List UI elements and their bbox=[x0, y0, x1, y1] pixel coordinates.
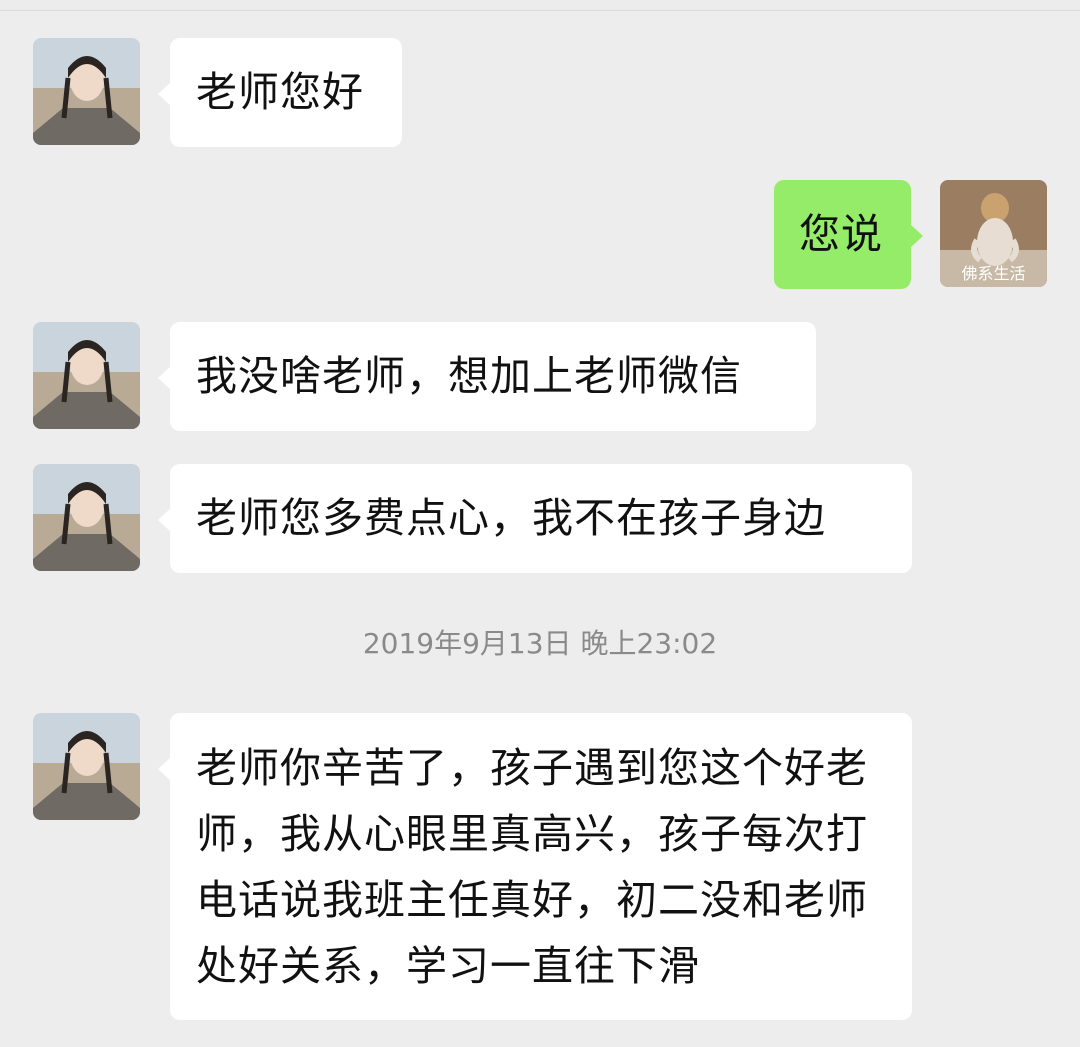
my-avatar-caption: 佛系生活 bbox=[961, 264, 1026, 283]
message-bubble-incoming[interactable]: 我没啥老师，想加上老师微信 bbox=[158, 322, 816, 431]
message-bubble-incoming[interactable]: 老师你辛苦了，孩子遇到您这个好老师，我从心眼里真高兴，孩子每次打电话说我班主任真… bbox=[158, 713, 912, 1020]
message-timestamp: 2019年9月13日 晚上23:02 bbox=[362, 627, 718, 660]
message-bubble-incoming[interactable]: 老师您多费点心，我不在孩子身边 bbox=[158, 464, 912, 573]
contact-avatar[interactable] bbox=[33, 38, 140, 145]
message-bubble-outgoing[interactable]: 您说 bbox=[774, 180, 923, 289]
contact-avatar[interactable] bbox=[33, 464, 140, 571]
message-bubble-incoming[interactable]: 老师您好 bbox=[158, 38, 402, 147]
chat-top-divider bbox=[0, 0, 1080, 11]
contact-avatar[interactable] bbox=[33, 322, 140, 429]
my-avatar[interactable]: 佛系生活 bbox=[940, 180, 1047, 287]
contact-avatar[interactable] bbox=[33, 713, 140, 820]
